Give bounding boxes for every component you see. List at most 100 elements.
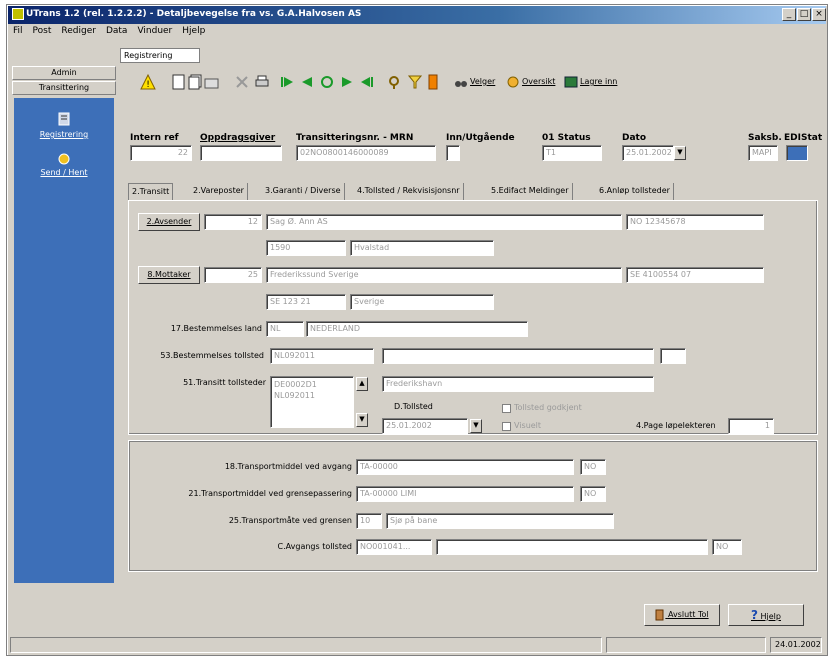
avgangstollsted-country-input[interactable]: NO bbox=[712, 539, 742, 555]
transitt-tollsteder-list[interactable]: DE0002D1 NL092011 bbox=[270, 376, 354, 428]
oppdragsgiver-input[interactable] bbox=[200, 145, 282, 161]
warning-icon[interactable]: ! bbox=[140, 74, 156, 90]
avsender-code-input[interactable]: 12 bbox=[204, 214, 262, 230]
mottaker-name-input[interactable]: Frederikssund Sverige bbox=[266, 267, 622, 283]
send-receive-icon[interactable] bbox=[57, 152, 71, 166]
list-item[interactable]: NL092011 bbox=[274, 390, 350, 401]
window-title: UTrans 1.2 (rel. 1.2.2.2) - Detaljbevege… bbox=[26, 9, 362, 19]
next-record-icon[interactable] bbox=[340, 75, 354, 89]
status-date: 24.01.2002 bbox=[770, 637, 822, 653]
bestemmelsesland-code-input[interactable]: NL bbox=[266, 321, 304, 337]
bestemmelsestollsted-code-input[interactable]: NL092011 bbox=[270, 348, 374, 364]
form-icon[interactable] bbox=[57, 112, 71, 126]
mottaker-button[interactable]: 8.Mottaker bbox=[138, 266, 200, 284]
menu-post[interactable]: Post bbox=[28, 25, 57, 37]
menu-hjelp[interactable]: Hjelp bbox=[177, 25, 210, 37]
list-scroll-up-button[interactable]: ▲ bbox=[356, 377, 368, 391]
intern-ref-label: Intern ref bbox=[130, 133, 179, 143]
bestemmelsestollsted-name-input[interactable] bbox=[382, 348, 654, 364]
hjelp-button[interactable]: ? Hjelp bbox=[728, 604, 804, 626]
avsender-postnr-input[interactable]: 1590 bbox=[266, 240, 346, 256]
exit-icon bbox=[655, 609, 664, 620]
nav-item-send-hent[interactable]: Send / Hent bbox=[14, 168, 114, 177]
tollsted-date-dropdown-button[interactable]: ▼ bbox=[470, 419, 482, 433]
subtab-edifact-meldinger[interactable]: 5.Edifact Meldinger bbox=[488, 183, 573, 200]
avsender-button[interactable]: 2.Avsender bbox=[138, 213, 200, 231]
mottaker-sted-input[interactable]: Sverige bbox=[350, 294, 494, 310]
avsender-name-input[interactable]: Sag Ø. Ann AS bbox=[266, 214, 622, 230]
avslutt-tol-button[interactable]: Avslutt Tol bbox=[644, 604, 720, 626]
search-icon[interactable] bbox=[386, 74, 402, 90]
list-scroll-down-button[interactable]: ▼ bbox=[356, 413, 368, 427]
oppdragsgiver-label[interactable]: Oppdragsgiver bbox=[200, 133, 275, 143]
avgangstollsted-code-input[interactable]: NO001041... bbox=[356, 539, 432, 555]
close-button[interactable]: × bbox=[812, 8, 826, 21]
transport-avgang-code-input[interactable]: NO bbox=[580, 459, 606, 475]
binoculars-icon[interactable] bbox=[454, 74, 468, 90]
tollsted-date-input[interactable]: 25.01.2002 bbox=[382, 418, 468, 434]
maximize-button[interactable]: □ bbox=[797, 8, 811, 21]
subtab-anlop-tollsteder[interactable]: 6.Anløp tollsteder bbox=[596, 183, 674, 200]
visuelt-checkbox[interactable] bbox=[502, 422, 511, 431]
nav-item-registrering[interactable]: Registrering bbox=[14, 130, 114, 139]
velger-button[interactable]: Velger bbox=[470, 77, 495, 86]
transport-grense-code-input[interactable]: NO bbox=[580, 486, 606, 502]
menu-vinduer[interactable]: Vinduer bbox=[132, 25, 177, 37]
subtab-transitt[interactable]: 2.Transitt bbox=[128, 183, 174, 200]
intern-ref-input[interactable]: 22 bbox=[130, 145, 192, 161]
mottaker-postnr-input[interactable]: SE 123 21 bbox=[266, 294, 346, 310]
mottaker-code-input[interactable]: 25 bbox=[204, 267, 262, 283]
prev-record-icon[interactable] bbox=[300, 75, 314, 89]
transportmate-name-input[interactable]: Sjø på bane bbox=[386, 513, 614, 529]
saksb-label: Saksb. bbox=[748, 133, 782, 143]
refresh-icon[interactable] bbox=[320, 75, 334, 89]
list-icon[interactable] bbox=[506, 74, 520, 90]
edit-icon[interactable] bbox=[204, 74, 220, 90]
dato-input[interactable]: 25.01.2002 bbox=[622, 145, 674, 161]
subtab-vareposter[interactable]: 2.Vareposter bbox=[190, 183, 248, 200]
menu-data[interactable]: Data bbox=[101, 25, 133, 37]
nav-tab-admin[interactable]: Admin bbox=[12, 66, 116, 80]
new-document-icon[interactable] bbox=[172, 74, 186, 90]
first-record-icon[interactable] bbox=[280, 75, 294, 89]
oversikt-button[interactable]: Oversikt bbox=[522, 77, 555, 86]
bestemmelsesland-name-input[interactable]: NEDERLAND bbox=[306, 321, 528, 337]
pages-input[interactable]: 1 bbox=[728, 418, 774, 434]
bestemmelsestollsted-extra-input[interactable] bbox=[660, 348, 686, 364]
menu-rediger[interactable]: Rediger bbox=[56, 25, 101, 37]
avsender-sted-input[interactable]: Hvalstad bbox=[350, 240, 494, 256]
delete-icon[interactable] bbox=[234, 74, 250, 90]
tab-registrering[interactable]: Registrering bbox=[120, 48, 200, 63]
print-icon[interactable] bbox=[254, 74, 270, 90]
avgangstollsted-name-input[interactable] bbox=[436, 539, 708, 555]
last-record-icon[interactable] bbox=[360, 75, 374, 89]
edistat-input[interactable] bbox=[786, 145, 808, 161]
inn-utgaende-input[interactable] bbox=[446, 145, 460, 161]
transitt-tollsted-name-input[interactable]: Frederikshavn bbox=[382, 376, 654, 392]
nav-tab-transittering[interactable]: Transittering bbox=[12, 81, 116, 95]
list-item[interactable]: DE0002D1 bbox=[274, 379, 350, 390]
transport-avgang-input[interactable]: TA-00000 bbox=[356, 459, 574, 475]
lagre-inn-button[interactable]: Lagre inn bbox=[580, 77, 617, 86]
subtab-tollsted-rekvisisjon[interactable]: 4.Tollsted / Rekvisisjonsnr bbox=[354, 183, 464, 200]
status-input[interactable]: T1 bbox=[542, 145, 602, 161]
transport-grense-label: 21.Transportmiddel ved grensepassering bbox=[188, 489, 352, 498]
subtab-garanti-diverse[interactable]: 3.Garanti / Diverse bbox=[262, 183, 345, 200]
inn-utgaende-label: Inn/Utgående bbox=[446, 133, 515, 143]
copy-document-icon[interactable] bbox=[188, 74, 202, 90]
transport-grense-input[interactable]: TA-00000 LIMI bbox=[356, 486, 574, 502]
filter-icon[interactable] bbox=[408, 74, 422, 90]
avsender-orgnr-input[interactable]: NO 12345678 bbox=[626, 214, 764, 230]
dato-dropdown-button[interactable]: ▼ bbox=[674, 146, 686, 160]
bookmark-icon[interactable] bbox=[428, 74, 438, 90]
mottaker-orgnr-input[interactable]: SE 4100554 07 bbox=[626, 267, 764, 283]
visuelt-label: Visuelt bbox=[514, 421, 542, 430]
tollsted-godkjent-checkbox[interactable] bbox=[502, 404, 511, 413]
mrn-input[interactable]: 02NO0800146000089 bbox=[296, 145, 436, 161]
transportmate-code-input[interactable]: 10 bbox=[356, 513, 382, 529]
saksb-input[interactable]: MAPI bbox=[748, 145, 778, 161]
save-icon[interactable] bbox=[564, 74, 578, 90]
transportmate-label: 25.Transportmåte ved grensen bbox=[228, 516, 352, 525]
menu-fil[interactable]: Fil bbox=[8, 25, 28, 37]
minimize-button[interactable]: _ bbox=[782, 8, 796, 21]
